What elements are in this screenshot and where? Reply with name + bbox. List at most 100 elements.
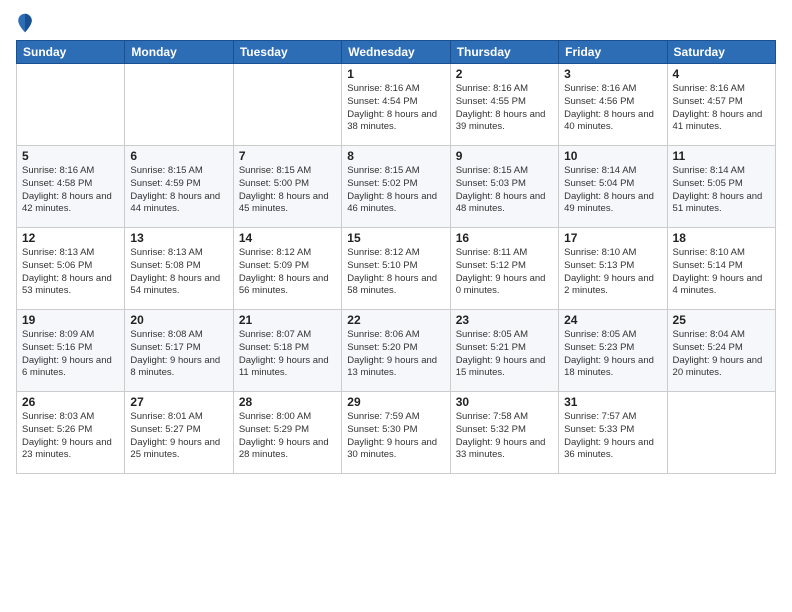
day-number: 14 <box>239 231 336 245</box>
calendar-cell: 23 Sunrise: 8:05 AM Sunset: 5:21 PM Dayli… <box>450 310 558 392</box>
day-number: 9 <box>456 149 553 163</box>
day-number: 31 <box>564 395 661 409</box>
day-info: Sunrise: 8:10 AM Sunset: 5:13 PM Dayligh… <box>564 247 661 298</box>
day-number: 8 <box>347 149 444 163</box>
calendar-cell: 24 Sunrise: 8:05 AM Sunset: 5:23 PM Dayli… <box>559 310 667 392</box>
day-number: 17 <box>564 231 661 245</box>
day-number: 26 <box>22 395 119 409</box>
day-number: 4 <box>673 67 770 81</box>
day-info: Sunrise: 8:04 AM Sunset: 5:24 PM Dayligh… <box>673 329 770 380</box>
calendar-cell: 20 Sunrise: 8:08 AM Sunset: 5:17 PM Dayli… <box>125 310 233 392</box>
day-number: 24 <box>564 313 661 327</box>
calendar-cell: 26 Sunrise: 8:03 AM Sunset: 5:26 PM Dayli… <box>17 392 125 474</box>
calendar-cell: 5 Sunrise: 8:16 AM Sunset: 4:58 PM Daylig… <box>17 146 125 228</box>
weekday-header-friday: Friday <box>559 41 667 64</box>
calendar-cell: 9 Sunrise: 8:15 AM Sunset: 5:03 PM Daylig… <box>450 146 558 228</box>
day-number: 30 <box>456 395 553 409</box>
calendar-cell: 29 Sunrise: 7:59 AM Sunset: 5:30 PM Dayli… <box>342 392 450 474</box>
calendar-cell: 18 Sunrise: 8:10 AM Sunset: 5:14 PM Dayli… <box>667 228 775 310</box>
calendar-cell <box>125 64 233 146</box>
day-info: Sunrise: 8:16 AM Sunset: 4:54 PM Dayligh… <box>347 83 444 134</box>
day-info: Sunrise: 8:05 AM Sunset: 5:23 PM Dayligh… <box>564 329 661 380</box>
day-number: 2 <box>456 67 553 81</box>
logo <box>16 12 36 34</box>
day-number: 23 <box>456 313 553 327</box>
day-number: 6 <box>130 149 227 163</box>
calendar-cell: 17 Sunrise: 8:10 AM Sunset: 5:13 PM Dayli… <box>559 228 667 310</box>
day-number: 27 <box>130 395 227 409</box>
day-info: Sunrise: 8:16 AM Sunset: 4:56 PM Dayligh… <box>564 83 661 134</box>
weekday-header-monday: Monday <box>125 41 233 64</box>
day-number: 7 <box>239 149 336 163</box>
calendar-cell: 25 Sunrise: 8:04 AM Sunset: 5:24 PM Dayli… <box>667 310 775 392</box>
day-number: 15 <box>347 231 444 245</box>
day-info: Sunrise: 7:59 AM Sunset: 5:30 PM Dayligh… <box>347 411 444 462</box>
day-number: 18 <box>673 231 770 245</box>
day-number: 21 <box>239 313 336 327</box>
day-number: 5 <box>22 149 119 163</box>
calendar-cell <box>17 64 125 146</box>
weekday-header-tuesday: Tuesday <box>233 41 341 64</box>
day-info: Sunrise: 8:07 AM Sunset: 5:18 PM Dayligh… <box>239 329 336 380</box>
calendar-cell: 14 Sunrise: 8:12 AM Sunset: 5:09 PM Dayli… <box>233 228 341 310</box>
day-number: 28 <box>239 395 336 409</box>
day-info: Sunrise: 8:13 AM Sunset: 5:08 PM Dayligh… <box>130 247 227 298</box>
day-number: 20 <box>130 313 227 327</box>
day-info: Sunrise: 8:00 AM Sunset: 5:29 PM Dayligh… <box>239 411 336 462</box>
calendar-cell: 16 Sunrise: 8:11 AM Sunset: 5:12 PM Dayli… <box>450 228 558 310</box>
calendar-cell: 1 Sunrise: 8:16 AM Sunset: 4:54 PM Daylig… <box>342 64 450 146</box>
calendar-cell: 7 Sunrise: 8:15 AM Sunset: 5:00 PM Daylig… <box>233 146 341 228</box>
day-info: Sunrise: 8:12 AM Sunset: 5:10 PM Dayligh… <box>347 247 444 298</box>
calendar-table: SundayMondayTuesdayWednesdayThursdayFrid… <box>16 40 776 474</box>
weekday-header-wednesday: Wednesday <box>342 41 450 64</box>
day-number: 25 <box>673 313 770 327</box>
day-info: Sunrise: 8:12 AM Sunset: 5:09 PM Dayligh… <box>239 247 336 298</box>
calendar-cell: 19Sunrise: 8:09 AM Sunset: 5:16 PM Dayli… <box>17 310 125 392</box>
day-info: Sunrise: 8:11 AM Sunset: 5:12 PM Dayligh… <box>456 247 553 298</box>
calendar-cell: 15 Sunrise: 8:12 AM Sunset: 5:10 PM Dayli… <box>342 228 450 310</box>
day-number: 10 <box>564 149 661 163</box>
day-info: Sunrise: 8:14 AM Sunset: 5:05 PM Dayligh… <box>673 165 770 216</box>
calendar-cell <box>233 64 341 146</box>
day-info: Sunrise: 8:16 AM Sunset: 4:58 PM Dayligh… <box>22 165 119 216</box>
calendar-cell: 30 Sunrise: 7:58 AM Sunset: 5:32 PM Dayli… <box>450 392 558 474</box>
day-info: Sunrise: 8:15 AM Sunset: 4:59 PM Dayligh… <box>130 165 227 216</box>
day-info: Sunrise: 7:58 AM Sunset: 5:32 PM Dayligh… <box>456 411 553 462</box>
day-info: Sunrise: 8:14 AM Sunset: 5:04 PM Dayligh… <box>564 165 661 216</box>
calendar-cell: 6 Sunrise: 8:15 AM Sunset: 4:59 PM Daylig… <box>125 146 233 228</box>
calendar-cell: 8 Sunrise: 8:15 AM Sunset: 5:02 PM Daylig… <box>342 146 450 228</box>
calendar-cell: 28 Sunrise: 8:00 AM Sunset: 5:29 PM Dayli… <box>233 392 341 474</box>
day-number: 1 <box>347 67 444 81</box>
day-info: Sunrise: 8:05 AM Sunset: 5:21 PM Dayligh… <box>456 329 553 380</box>
day-number: 3 <box>564 67 661 81</box>
day-info: Sunrise: 8:09 AM Sunset: 5:16 PM Dayligh… <box>22 329 119 380</box>
day-info: Sunrise: 8:03 AM Sunset: 5:26 PM Dayligh… <box>22 411 119 462</box>
day-info: Sunrise: 8:10 AM Sunset: 5:14 PM Dayligh… <box>673 247 770 298</box>
calendar-cell: 27 Sunrise: 8:01 AM Sunset: 5:27 PM Dayli… <box>125 392 233 474</box>
calendar-cell: 12Sunrise: 8:13 AM Sunset: 5:06 PM Dayli… <box>17 228 125 310</box>
day-info: Sunrise: 8:15 AM Sunset: 5:00 PM Dayligh… <box>239 165 336 216</box>
calendar-cell: 2 Sunrise: 8:16 AM Sunset: 4:55 PM Daylig… <box>450 64 558 146</box>
day-number: 16 <box>456 231 553 245</box>
logo-icon <box>16 12 34 34</box>
calendar-cell: 13 Sunrise: 8:13 AM Sunset: 5:08 PM Dayli… <box>125 228 233 310</box>
day-number: 29 <box>347 395 444 409</box>
calendar-cell <box>667 392 775 474</box>
weekday-header-thursday: Thursday <box>450 41 558 64</box>
day-number: 11 <box>673 149 770 163</box>
day-info: Sunrise: 8:08 AM Sunset: 5:17 PM Dayligh… <box>130 329 227 380</box>
day-info: Sunrise: 8:15 AM Sunset: 5:03 PM Dayligh… <box>456 165 553 216</box>
day-info: Sunrise: 8:15 AM Sunset: 5:02 PM Dayligh… <box>347 165 444 216</box>
calendar-cell: 21 Sunrise: 8:07 AM Sunset: 5:18 PM Dayli… <box>233 310 341 392</box>
day-info: Sunrise: 7:57 AM Sunset: 5:33 PM Dayligh… <box>564 411 661 462</box>
day-info: Sunrise: 8:01 AM Sunset: 5:27 PM Dayligh… <box>130 411 227 462</box>
calendar-cell: 22 Sunrise: 8:06 AM Sunset: 5:20 PM Dayli… <box>342 310 450 392</box>
weekday-header-saturday: Saturday <box>667 41 775 64</box>
day-info: Sunrise: 8:16 AM Sunset: 4:55 PM Dayligh… <box>456 83 553 134</box>
calendar-cell: 4Sunrise: 8:16 AM Sunset: 4:57 PM Daylig… <box>667 64 775 146</box>
day-number: 12 <box>22 231 119 245</box>
weekday-header-sunday: Sunday <box>17 41 125 64</box>
day-number: 13 <box>130 231 227 245</box>
day-info: Sunrise: 8:06 AM Sunset: 5:20 PM Dayligh… <box>347 329 444 380</box>
day-number: 22 <box>347 313 444 327</box>
